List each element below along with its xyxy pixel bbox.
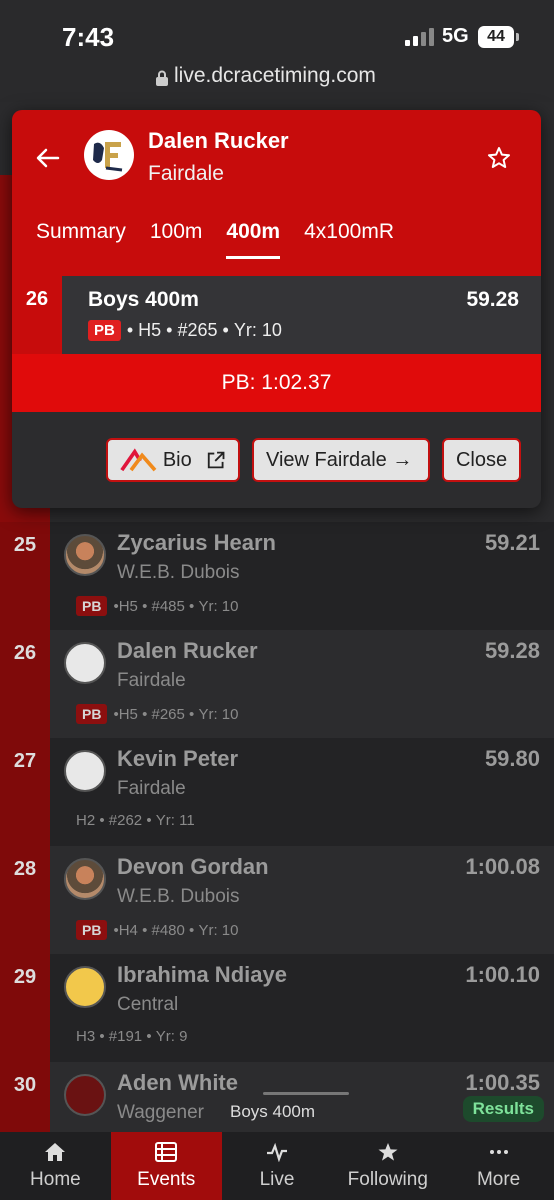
athlete-name[interactable]: Ibrahima Ndiaye [117,962,287,988]
tab-4x100mr[interactable]: 4x100mR [304,220,394,259]
back-arrow-icon[interactable] [34,144,62,172]
nav-events[interactable]: Events [110,1132,222,1200]
place: 25 [0,522,50,630]
personal-best-bar: PB: 1:02.37 [12,354,541,412]
table-row[interactable]: 25 Zycarius Hearn W.E.B. Dubois 59.21 PB… [0,522,554,630]
central-logo [64,966,106,1008]
athlete-name: Dalen Rucker [148,128,289,153]
mark: 59.21 [484,530,540,555]
status-bar: 7:43 5G 44 [0,0,554,62]
modal-actions: Bio View Fairdale → Close [12,412,541,508]
athlete-name[interactable]: Dalen Rucker [117,638,258,664]
event-meta: PB • H5 • #265 • Yr: 10 [88,320,282,341]
athlete-modal: Dalen Rucker Fairdale Summary 100m 400m … [12,110,541,508]
results-button[interactable]: Results [462,1096,544,1122]
row-meta: PB • H5 • #265 • Yr: 10 [76,704,239,724]
team-name: W.E.B. Dubois [117,886,240,907]
bio-label: Bio [162,449,192,471]
battery-icon: 44 [478,26,519,48]
view-team-button[interactable]: View Fairdale → [252,438,430,482]
athletic-net-logo-icon [120,448,157,472]
home-icon [45,1143,66,1161]
bio-button[interactable]: Bio [106,438,240,482]
athlete-name[interactable]: Zycarius Hearn [117,530,276,556]
external-link-icon [207,451,225,469]
modal-header: Dalen Rucker Fairdale Summary 100m 400m … [12,110,541,276]
drag-handle[interactable] [263,1092,349,1095]
url-text: live.dcracetiming.com [174,64,376,87]
more-icon [489,1150,508,1154]
place: 26 [0,630,50,738]
team-name: W.E.B. Dubois [117,562,240,583]
event-mark: 59.28 [466,288,519,311]
lock-icon [156,70,168,86]
mark: 59.80 [484,746,540,771]
event-result: Boys 400m 59.28 PB • H5 • #265 • Yr: 10 [62,276,541,354]
web-dubois-logo [64,534,106,576]
tab-100m[interactable]: 100m [150,220,203,259]
team-name: Waggener [117,1102,204,1123]
star-icon [378,1143,398,1161]
team-name: Fairdale [117,670,186,691]
row-meta: PB • H4 • #480 • Yr: 10 [76,920,239,940]
signal-icon [405,28,435,46]
nav-live[interactable]: Live [222,1132,333,1200]
url-bar[interactable]: live.dcracetiming.com [0,62,554,102]
row-meta: H2 • #262 • Yr: 11 [76,812,195,829]
nav-following[interactable]: Following [332,1132,443,1200]
favorite-star-icon[interactable] [487,146,511,170]
pb-badge: PB [76,920,108,940]
fairdale-logo [84,130,134,180]
pb-badge: PB [88,320,121,341]
pb-badge: PB [76,596,108,616]
athlete-name[interactable]: Kevin Peter [117,746,238,772]
nav-home[interactable]: Home [0,1132,111,1200]
table-row[interactable]: 27 Kevin Peter Fairdale 59.80 H2 • #262 … [0,738,554,846]
fairdale-logo [64,750,106,792]
mark: 59.28 [484,638,540,663]
bottom-nav: Home Events Live Following More [0,1132,554,1200]
waggener-logo [64,1074,106,1116]
school-name: Fairdale [148,162,224,185]
place: 27 [0,738,50,846]
tab-400m[interactable]: 400m [226,220,281,259]
network-type: 5G [442,25,469,47]
list-icon [155,1142,178,1162]
place: 30 [0,1062,50,1132]
table-row[interactable]: 26 Dalen Rucker Fairdale 59.28 PB • H5 •… [0,630,554,738]
row-meta: H3 • #191 • Yr: 9 [76,1028,188,1045]
mark: 1:00.10 [465,962,540,987]
place: 29 [0,954,50,1062]
team-name: Central [117,994,179,1015]
nav-more[interactable]: More [443,1132,554,1200]
mark: 1:00.08 [465,854,540,879]
row-meta: PB • H5 • #485 • Yr: 10 [76,596,239,616]
fairdale-bulldog-icon [93,142,123,172]
close-button[interactable]: Close [442,438,521,482]
table-row[interactable]: 29 Ibrahima Ndiaye Central 1:00.10 H3 • … [0,954,554,1062]
web-dubois-logo [64,858,106,900]
event-tabs: Summary 100m 400m 4x100mR [36,220,418,259]
tab-summary[interactable]: Summary [36,220,126,259]
table-row[interactable]: 28 Devon Gordan W.E.B. Dubois 1:00.08 PB… [0,846,554,954]
fairdale-logo [64,642,106,684]
result-place: 26 [12,276,62,354]
clock: 7:43 [62,22,115,52]
team-name: Fairdale [117,778,186,799]
event-mini-bar[interactable]: Boys 400m Results [208,1088,554,1132]
event-name: Boys 400m [88,288,199,311]
mini-bar-event: Boys 400m [230,1102,316,1121]
place: 28 [0,846,50,954]
athlete-name[interactable]: Devon Gordan [117,854,269,880]
pulse-icon [266,1142,287,1162]
pb-badge: PB [76,704,108,724]
